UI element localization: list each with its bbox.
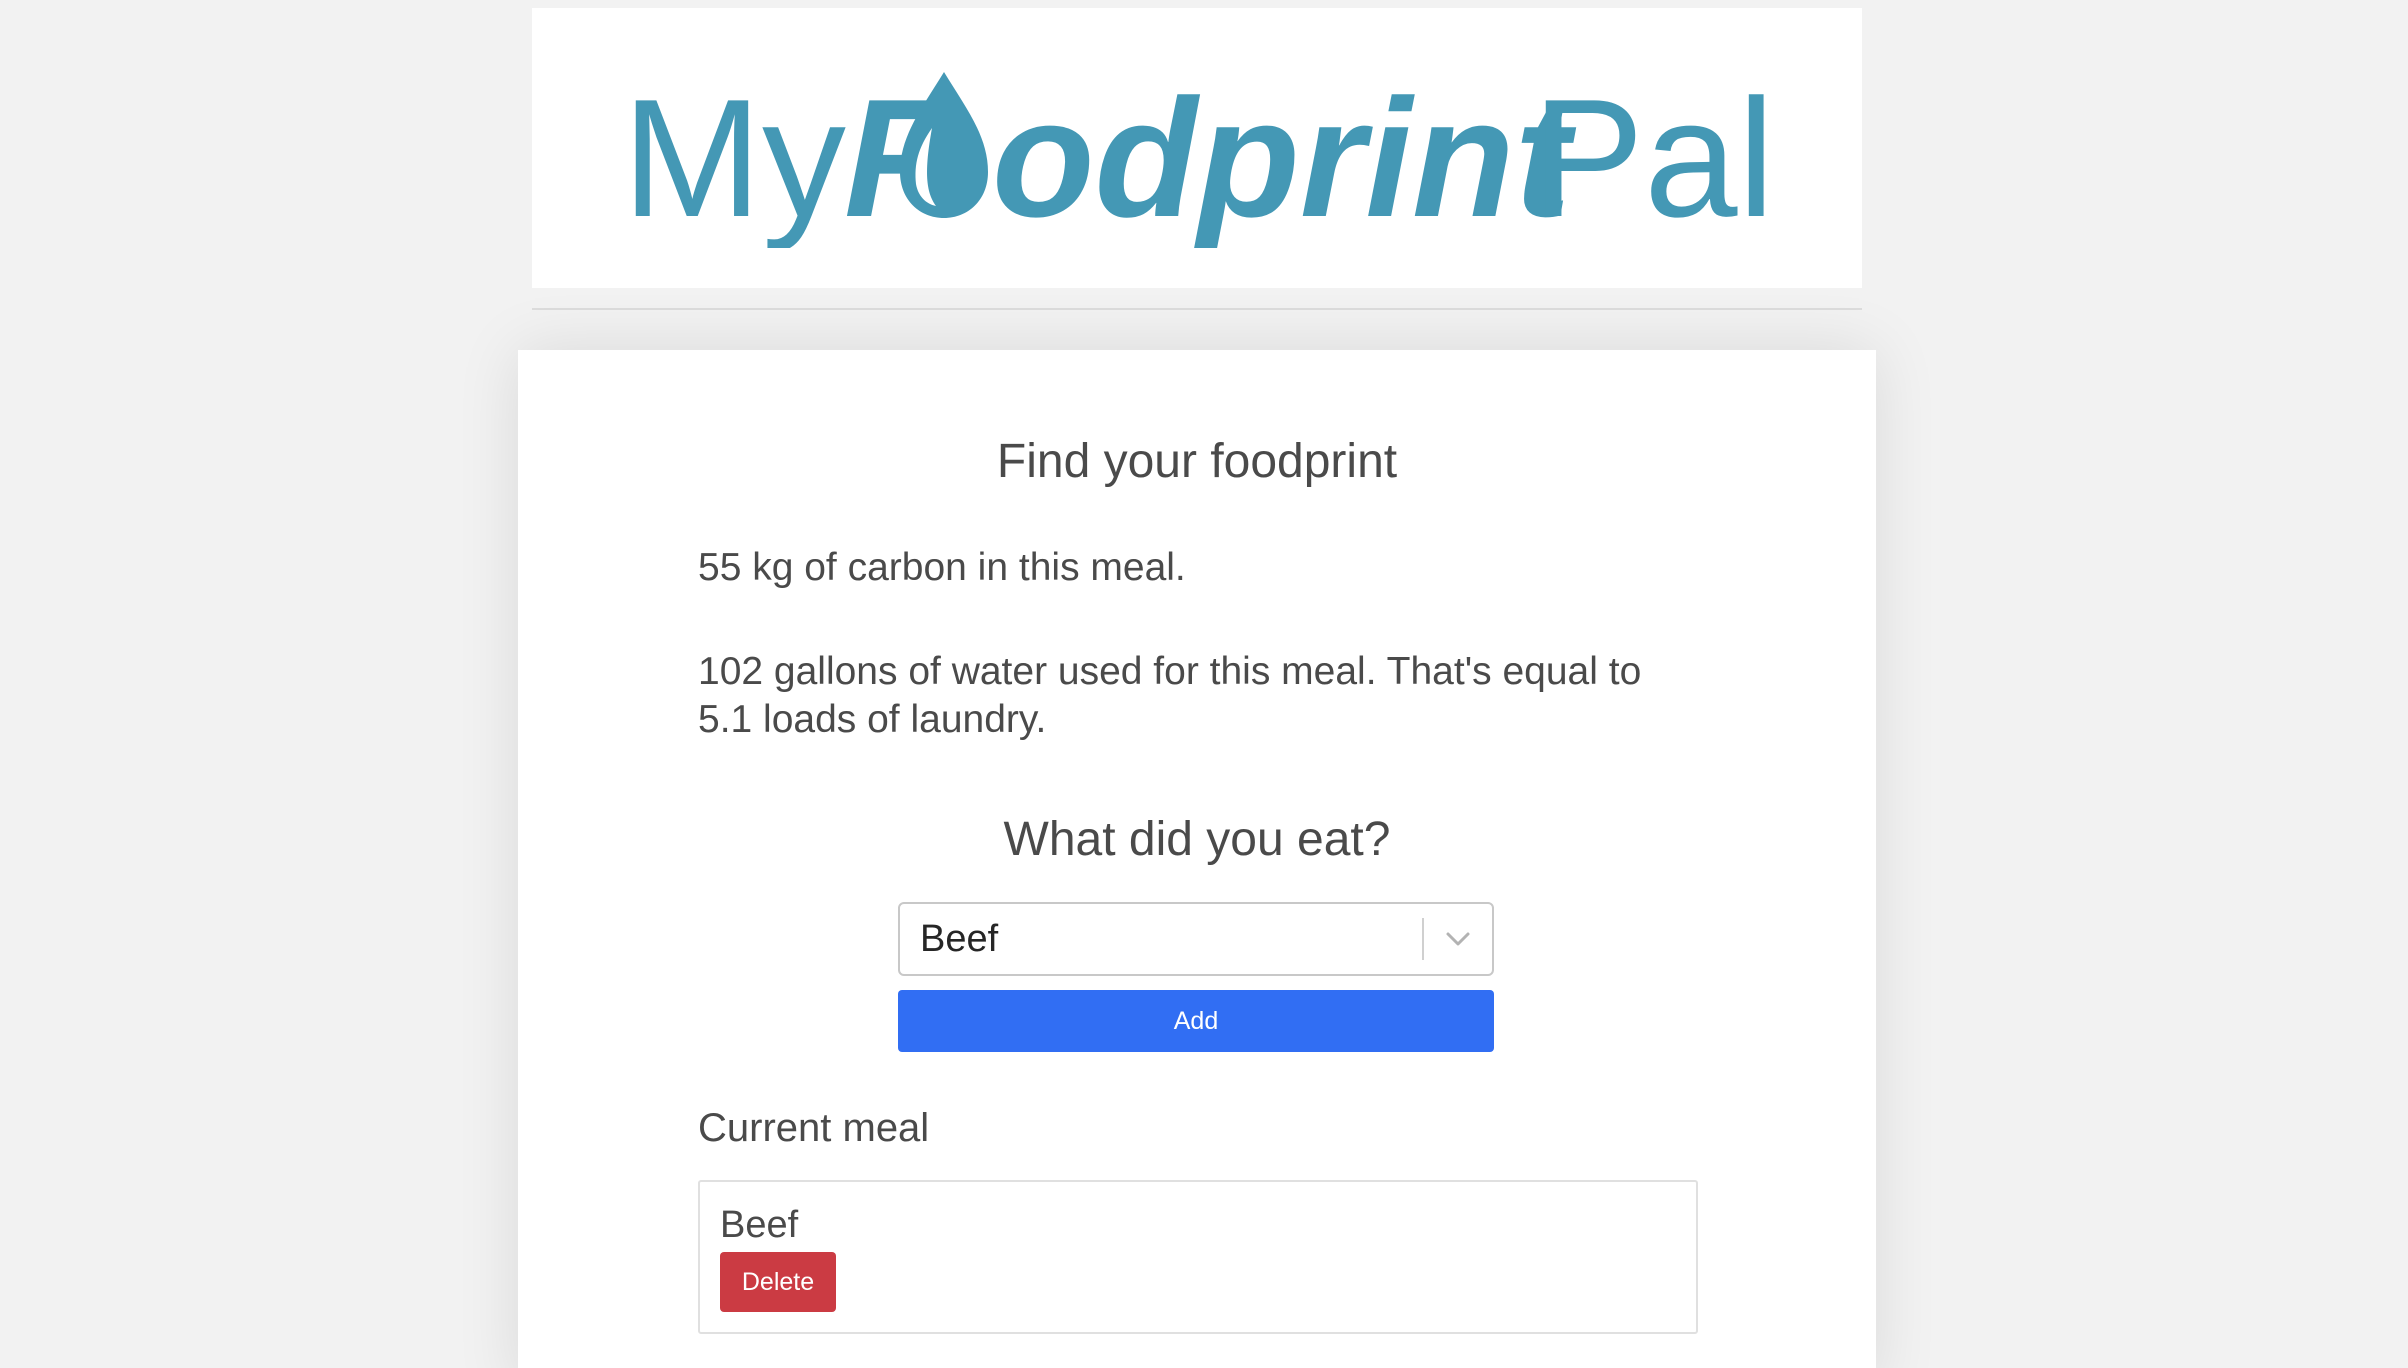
page-title: Find your foodprint (996, 435, 1398, 488)
chevron-down-icon[interactable] (1438, 922, 1478, 958)
logo-text-pal: Pal (1532, 68, 1772, 248)
delete-button[interactable]: Delete (720, 1252, 836, 1312)
select-separator (1422, 918, 1424, 960)
foodprint-card: Find your foodprint 55 kg of carbon in t… (518, 350, 1876, 1368)
add-button[interactable]: Add (898, 990, 1494, 1052)
current-meal-list: Beef Delete (698, 1180, 1698, 1334)
food-select[interactable]: Beef (898, 902, 1494, 976)
logo-graphic: My F odprint Pal (622, 68, 1772, 248)
header-divider (532, 308, 1862, 310)
food-prompt-heading: What did you eat? (1003, 813, 1391, 866)
logo-text-my: My (622, 68, 846, 248)
meal-item-name: Beef (720, 1204, 799, 1246)
water-result-line-1: 102 gallons of water used for this meal.… (698, 650, 1642, 693)
water-result: 102 gallons of water used for this meal.… (698, 648, 1698, 744)
food-select-value: Beef (920, 918, 999, 960)
logo-text-odprint: odprint (992, 68, 1577, 248)
page: My F odprint Pal Find your foodprint 55 … (0, 0, 2408, 1368)
logo[interactable]: My F odprint Pal (622, 68, 1772, 248)
current-meal-heading: Current meal (698, 1106, 930, 1150)
water-result-line-2: 5.1 loads of laundry. (698, 698, 1047, 741)
header: My F odprint Pal (532, 8, 1862, 288)
carbon-result: 55 kg of carbon in this meal. (698, 546, 1186, 589)
